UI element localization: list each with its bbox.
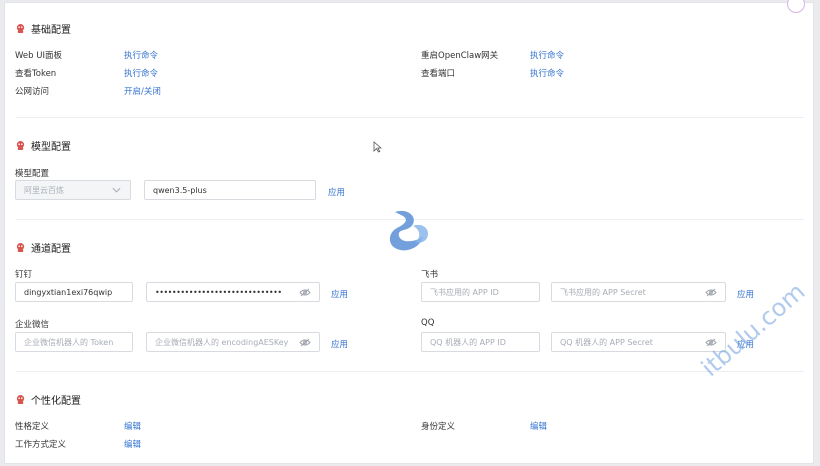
public-access-label: 公网访问 (15, 87, 50, 97)
lobster-icon (16, 140, 25, 150)
restart-gateway-run-link[interactable]: 执行命令 (530, 49, 564, 61)
feishu-label: 飞书 (421, 270, 439, 280)
feishu-secret-input[interactable]: 飞书应用的 APP Secret (551, 282, 726, 302)
eye-off-icon[interactable] (705, 288, 717, 297)
lobster-icon (16, 23, 25, 33)
section-basic-title: 基础配置 (16, 21, 71, 36)
model-provider-select[interactable]: 阿里云百炼 (15, 180, 131, 200)
view-token-run-link[interactable]: 执行命令 (124, 67, 158, 79)
watermark-logo (389, 210, 429, 251)
personality-edit-link[interactable]: 编辑 (124, 420, 141, 432)
qq-appid-input[interactable]: QQ 机器人的 APP ID (421, 332, 540, 352)
eye-off-icon[interactable] (299, 288, 311, 297)
mouse-cursor-icon (373, 141, 382, 153)
wecom-apply-link[interactable]: 应用 (331, 338, 348, 350)
feishu-apply-link[interactable]: 应用 (737, 288, 754, 300)
model-apply-link[interactable]: 应用 (328, 186, 345, 198)
work-style-label: 工作方式定义 (15, 440, 67, 450)
view-port-label: 查看端口 (421, 69, 456, 79)
dingtalk-label: 钉钉 (15, 270, 33, 280)
work-style-edit-link[interactable]: 编辑 (124, 438, 141, 450)
eye-off-icon[interactable] (299, 338, 311, 347)
identity-edit-link[interactable]: 编辑 (530, 420, 547, 432)
wecom-label: 企业微信 (15, 320, 50, 330)
personality-label: 性格定义 (15, 422, 50, 432)
lobster-icon (16, 394, 25, 404)
wecom-aeskey-input[interactable]: 企业微信机器人的 encodingAESKey (146, 332, 320, 352)
feishu-appid-input[interactable]: 飞书应用的 APP ID (421, 282, 540, 302)
view-port-run-link[interactable]: 执行命令 (530, 67, 564, 79)
dingtalk-apply-link[interactable]: 应用 (331, 288, 348, 300)
web-ui-run-link[interactable]: 执行命令 (124, 49, 158, 61)
avatar[interactable] (787, 0, 805, 13)
model-name-input[interactable]: qwen3.5-plus (144, 180, 316, 200)
view-token-label: 查看Token (15, 69, 57, 79)
divider (16, 117, 804, 118)
chevron-down-icon (112, 187, 121, 193)
model-field-label: 模型配置 (15, 169, 50, 179)
lobster-icon (16, 242, 25, 252)
public-access-toggle-link[interactable]: 开启/关闭 (124, 85, 161, 97)
identity-label: 身份定义 (421, 422, 456, 432)
divider (16, 371, 804, 372)
section-personal-title: 个性化配置 (16, 392, 81, 407)
dingtalk-secret-input[interactable]: •••••••••••••••••••••••••••••• (146, 282, 320, 302)
restart-gateway-label: 重启OpenClaw网关 (421, 51, 499, 61)
qq-secret-input[interactable]: QQ 机器人的 APP Secret (551, 332, 726, 352)
web-ui-label: Web UI面板 (15, 51, 62, 61)
dingtalk-appkey-input[interactable]: dingyxtian1exi76qwip (15, 282, 133, 302)
section-model-title: 模型配置 (16, 138, 71, 153)
qq-label: QQ (421, 318, 435, 328)
section-channel-title: 通道配置 (16, 240, 71, 255)
wecom-token-input[interactable]: 企业微信机器人的 Token (15, 332, 133, 352)
